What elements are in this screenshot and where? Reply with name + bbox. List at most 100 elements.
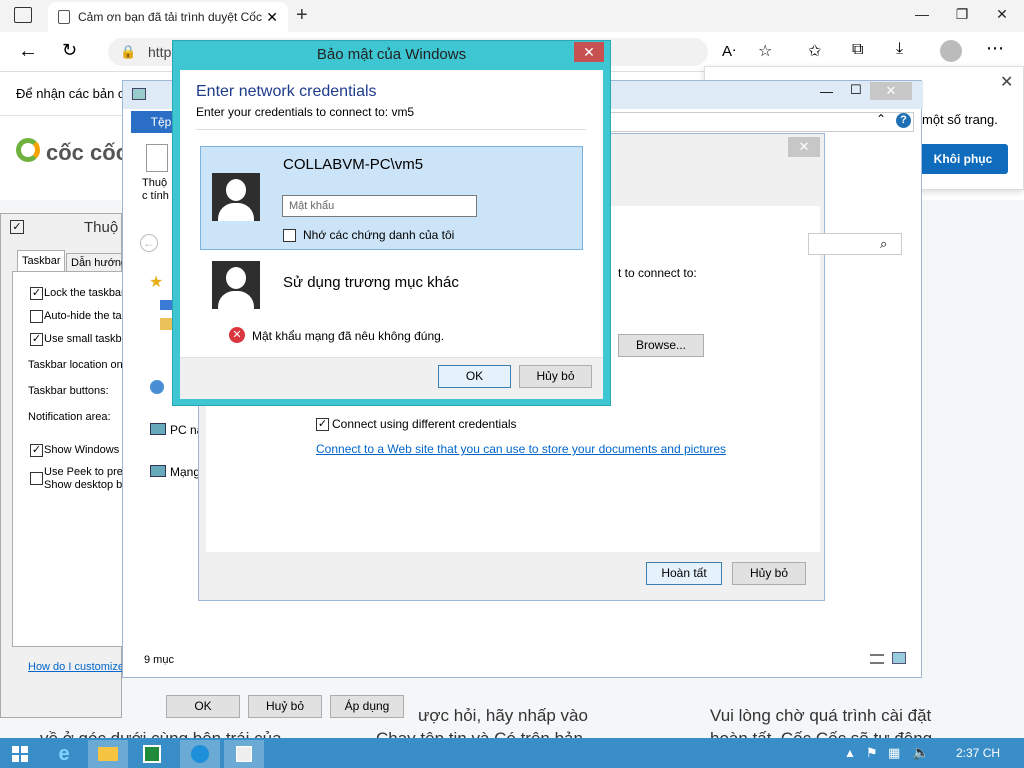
- page-text-2: Vui lòng chờ quá trình cài đặt: [710, 706, 932, 725]
- props-ok-button[interactable]: OK: [166, 695, 240, 718]
- tab-navigation[interactable]: Dẫn hướng: [66, 253, 124, 272]
- explorer-app-icon: [132, 88, 146, 100]
- tray-chevron-icon[interactable]: ▲: [844, 746, 856, 760]
- downloads-icon[interactable]: ⤓: [896, 40, 903, 58]
- web-site-link[interactable]: Connect to a Web site that you can use t…: [316, 442, 726, 456]
- security-cancel-button[interactable]: Hủy bỏ: [519, 365, 592, 388]
- password-placeholder: Mật khẩu: [289, 200, 335, 212]
- security-ok-button[interactable]: OK: [438, 365, 511, 388]
- edge-icon[interactable]: [180, 740, 220, 768]
- large-icons-view-icon[interactable]: [892, 652, 906, 664]
- maximize-button[interactable]: ❐: [942, 0, 982, 28]
- read-aloud-icon[interactable]: Aᐧ: [722, 42, 736, 60]
- error-message: Mật khẩu mạng đã nêu không đúng.: [252, 329, 445, 343]
- show-windows-checkbox[interactable]: ✓: [30, 444, 43, 457]
- security-close-button[interactable]: ✕: [574, 42, 604, 62]
- coccoc-logo-text: cốc cốc: [46, 140, 128, 165]
- nav-back-icon[interactable]: ←: [140, 234, 158, 252]
- explorer-addressbar: [604, 112, 914, 132]
- page-text-1: ược hỏi, hãy nhấp vào: [418, 706, 588, 725]
- account-name: COLLABVM-PC\vm5: [283, 156, 424, 173]
- explorer-close[interactable]: ✕: [870, 82, 912, 100]
- wizard-close[interactable]: ✕: [788, 137, 820, 157]
- remember-checkbox[interactable]: [283, 229, 296, 242]
- props-check-icon: ✓: [10, 220, 24, 234]
- finish-button[interactable]: Hoàn tất: [646, 562, 722, 585]
- notification-area-label: Notification area:: [28, 411, 111, 423]
- small-buttons-checkbox[interactable]: ✓: [30, 333, 43, 346]
- refresh-icon[interactable]: ↻: [62, 40, 77, 61]
- details-view-icon[interactable]: [870, 654, 884, 664]
- lock-taskbar-checkbox[interactable]: ✓: [30, 287, 43, 300]
- explorer-maximize[interactable]: ☐: [850, 82, 862, 98]
- file-explorer-icon[interactable]: [88, 740, 128, 768]
- favorites-icon[interactable]: ✩: [808, 41, 821, 61]
- new-tab-button[interactable]: +: [296, 4, 308, 27]
- different-credentials-checkbox[interactable]: ✓: [316, 418, 329, 431]
- explorer-minimize[interactable]: —: [820, 84, 833, 99]
- tray-flag-icon[interactable]: ⚑: [866, 745, 878, 761]
- restore-button[interactable]: Khôi phục: [918, 144, 1008, 174]
- taskbar-settings-icon[interactable]: [224, 740, 264, 768]
- autohide-checkbox[interactable]: [30, 310, 43, 323]
- network-icon[interactable]: [150, 465, 166, 477]
- close-tab-icon[interactable]: ✕: [266, 9, 278, 26]
- browser-tab[interactable]: Cảm ơn bạn đã tải trình duyệt Cốc Cốc ✕: [48, 2, 288, 32]
- properties-icon[interactable]: [146, 144, 168, 172]
- connect-to-label: t to connect to:: [618, 266, 697, 280]
- props-cancel-button[interactable]: Huỷ bỏ: [248, 695, 322, 718]
- wizard-cancel-button[interactable]: Hủy bỏ: [732, 562, 806, 585]
- tray-network-icon[interactable]: ▦: [888, 745, 900, 761]
- url-text[interactable]: http: [148, 44, 171, 60]
- autohide-label: Auto-hide the ta: [44, 310, 122, 322]
- other-account-label[interactable]: Sử dụng trương mục khác: [283, 274, 459, 291]
- more-icon[interactable]: ⋯: [986, 38, 1004, 59]
- separator: [196, 129, 586, 130]
- network-small-icon[interactable]: [150, 380, 164, 394]
- internet-explorer-icon[interactable]: e: [44, 740, 84, 768]
- properties-label-2: c tính: [142, 190, 169, 202]
- minimize-button[interactable]: —: [902, 0, 942, 28]
- start-icon[interactable]: [0, 740, 40, 768]
- security-heading: Enter network credentials: [196, 83, 377, 100]
- system-clock[interactable]: 2:37 CH: [956, 746, 1000, 760]
- network-label[interactable]: Mạng: [170, 465, 200, 479]
- back-icon[interactable]: ←: [18, 40, 38, 63]
- peek-label-1: Use Peek to prev: [44, 466, 129, 478]
- security-subheading: Enter your credentials to connect to: vm…: [196, 105, 415, 119]
- profile-avatar[interactable]: [940, 40, 962, 62]
- customize-help-link[interactable]: How do I customize: [28, 661, 124, 673]
- chevron-up-icon[interactable]: ⌃: [876, 112, 886, 126]
- notification-text: Để nhận các bản c: [16, 86, 125, 101]
- search-icon[interactable]: ⌕: [880, 236, 887, 252]
- tab-actions-icon[interactable]: [14, 7, 32, 23]
- tab-title: Cảm ơn bạn đã tải trình duyệt Cốc Cốc: [78, 10, 267, 24]
- user-avatar-icon: [212, 173, 260, 221]
- folder-icon[interactable]: [160, 318, 172, 330]
- security-title: Bảo mật của Windows: [316, 46, 467, 63]
- tray-volume-icon[interactable]: 🔈: [912, 744, 929, 761]
- lock-icon: 🔒: [120, 44, 137, 59]
- different-credentials-label: Connect using different credentials: [332, 417, 517, 431]
- store-icon[interactable]: [132, 740, 172, 768]
- coccoc-logo-icon: [16, 138, 40, 162]
- collections-icon[interactable]: ⧉: [852, 41, 863, 59]
- wizard-search-box[interactable]: [808, 233, 902, 255]
- password-input[interactable]: Mật khẩu: [282, 195, 477, 217]
- folder-icon[interactable]: [160, 300, 172, 310]
- pc-icon[interactable]: [150, 423, 166, 435]
- buttons-label: Taskbar buttons:: [28, 385, 109, 397]
- browse-button[interactable]: Browse...: [618, 334, 704, 357]
- quick-access-star-icon[interactable]: ★: [149, 272, 163, 292]
- tab-taskbar[interactable]: Taskbar: [17, 250, 65, 272]
- peek-checkbox[interactable]: [30, 472, 43, 485]
- props-apply-button[interactable]: Áp dụng: [330, 695, 404, 718]
- favorite-icon[interactable]: ☆: [758, 41, 772, 61]
- properties-label-1: Thuộ: [142, 177, 168, 189]
- props-panel: [12, 271, 124, 647]
- restore-close-icon[interactable]: ✕: [1000, 72, 1013, 92]
- remember-label: Nhớ các chứng danh của tôi: [303, 228, 455, 242]
- other-user-avatar-icon[interactable]: [212, 261, 260, 309]
- help-icon[interactable]: ?: [896, 113, 911, 128]
- close-button[interactable]: ✕: [982, 0, 1022, 28]
